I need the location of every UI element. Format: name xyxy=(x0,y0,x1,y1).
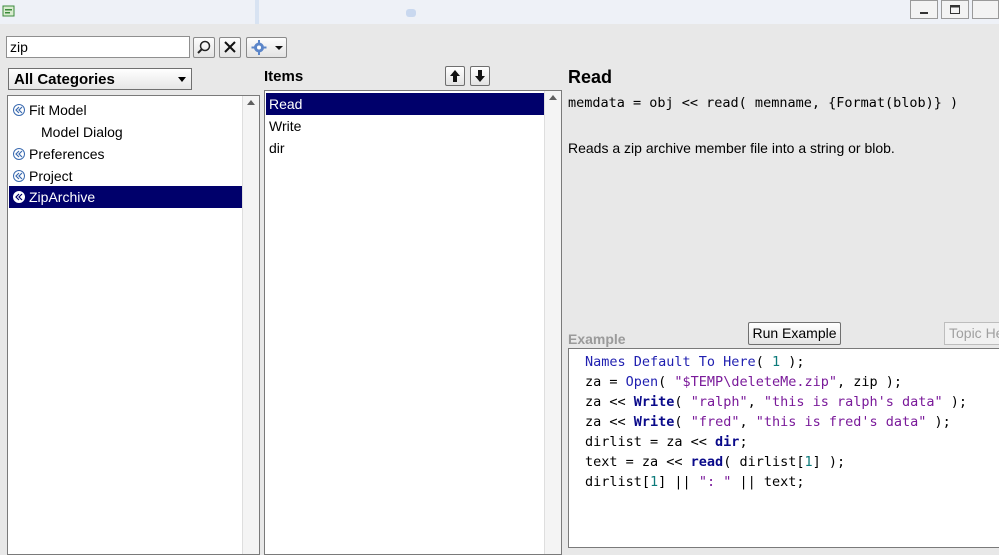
list-item-read[interactable]: Read xyxy=(266,93,544,115)
tree-scrollbar[interactable] xyxy=(242,96,259,554)
code-line: za << Write( "ralph", "this is ralph's d… xyxy=(585,394,968,410)
close-icon xyxy=(224,41,236,53)
topic-help-button[interactable]: Topic He xyxy=(944,322,999,345)
list-item-write[interactable]: Write xyxy=(266,115,544,137)
chevron-down-icon xyxy=(178,77,186,82)
description-text: Reads a zip archive member file into a s… xyxy=(568,140,895,156)
clear-search-button[interactable] xyxy=(219,37,241,58)
close-window-button[interactable] xyxy=(972,0,999,19)
collapse-icon[interactable] xyxy=(13,191,25,203)
tree-item-label: Preferences xyxy=(29,146,105,162)
move-down-button[interactable] xyxy=(470,66,490,86)
move-up-button[interactable] xyxy=(445,66,465,86)
tree-item-label: Project xyxy=(29,168,73,184)
tree-item-label: ZipArchive xyxy=(29,189,96,205)
tree-item-preferences[interactable]: Preferences xyxy=(9,143,242,165)
tree-item-label: Fit Model xyxy=(29,102,87,118)
collapse-icon[interactable] xyxy=(13,104,25,116)
code-line: Names Default To Here( 1 ); xyxy=(585,354,805,370)
app-icon xyxy=(2,5,15,17)
minimize-icon xyxy=(920,12,928,14)
detail-title: Read xyxy=(568,67,613,87)
scroll-up-icon[interactable] xyxy=(549,95,557,100)
title-decoration xyxy=(255,0,259,24)
magnifier-icon xyxy=(197,40,211,54)
category-tree[interactable]: Fit Model Model Dialog Preferences Proje… xyxy=(7,95,260,555)
chevron-down-icon xyxy=(275,46,283,50)
items-heading: Items xyxy=(264,68,304,85)
items-list[interactable]: Read Write dir xyxy=(264,90,562,555)
search-input[interactable] xyxy=(6,36,190,58)
example-code[interactable]: Names Default To Here( 1 ); za = Open( "… xyxy=(568,348,999,548)
tree-item-fit-model[interactable]: Fit Model xyxy=(9,99,242,121)
restore-button[interactable] xyxy=(941,0,969,19)
category-select[interactable]: All Categories xyxy=(8,68,192,90)
collapse-icon[interactable] xyxy=(13,170,25,182)
tree-item-project[interactable]: Project xyxy=(9,165,242,187)
code-line: text = za << read( dirlist[1] ); xyxy=(585,454,846,470)
code-line: za = Open( "$TEMP\deleteMe.zip", zip ); xyxy=(585,374,903,390)
search-options-button[interactable] xyxy=(246,37,287,58)
search-button[interactable] xyxy=(193,37,215,58)
list-item-dir[interactable]: dir xyxy=(266,137,544,159)
tree-item-ziparchive[interactable]: ZipArchive xyxy=(9,186,242,208)
gear-icon xyxy=(251,40,267,55)
restore-icon xyxy=(950,5,960,14)
collapse-icon[interactable] xyxy=(13,148,25,160)
title-bar xyxy=(0,0,999,24)
tree-item-label: Model Dialog xyxy=(41,124,123,140)
category-select-value: All Categories xyxy=(14,71,115,88)
arrow-up-icon xyxy=(450,70,460,82)
syntax-text: memdata = obj << read( memname, {Format(… xyxy=(568,95,959,111)
code-line: za << Write( "fred", "this is fred's dat… xyxy=(585,414,951,430)
arrow-down-icon xyxy=(475,70,485,82)
items-scrollbar[interactable] xyxy=(544,91,561,554)
example-label: Example xyxy=(568,331,626,347)
code-line: dirlist[1] || ": " || text; xyxy=(585,474,805,490)
scroll-up-icon[interactable] xyxy=(247,100,255,105)
title-decoration xyxy=(406,9,416,17)
run-example-button[interactable]: Run Example xyxy=(748,322,841,345)
code-line: dirlist = za << dir; xyxy=(585,434,748,450)
minimize-button[interactable] xyxy=(910,0,938,19)
tree-item-model-dialog[interactable]: Model Dialog xyxy=(9,121,242,143)
